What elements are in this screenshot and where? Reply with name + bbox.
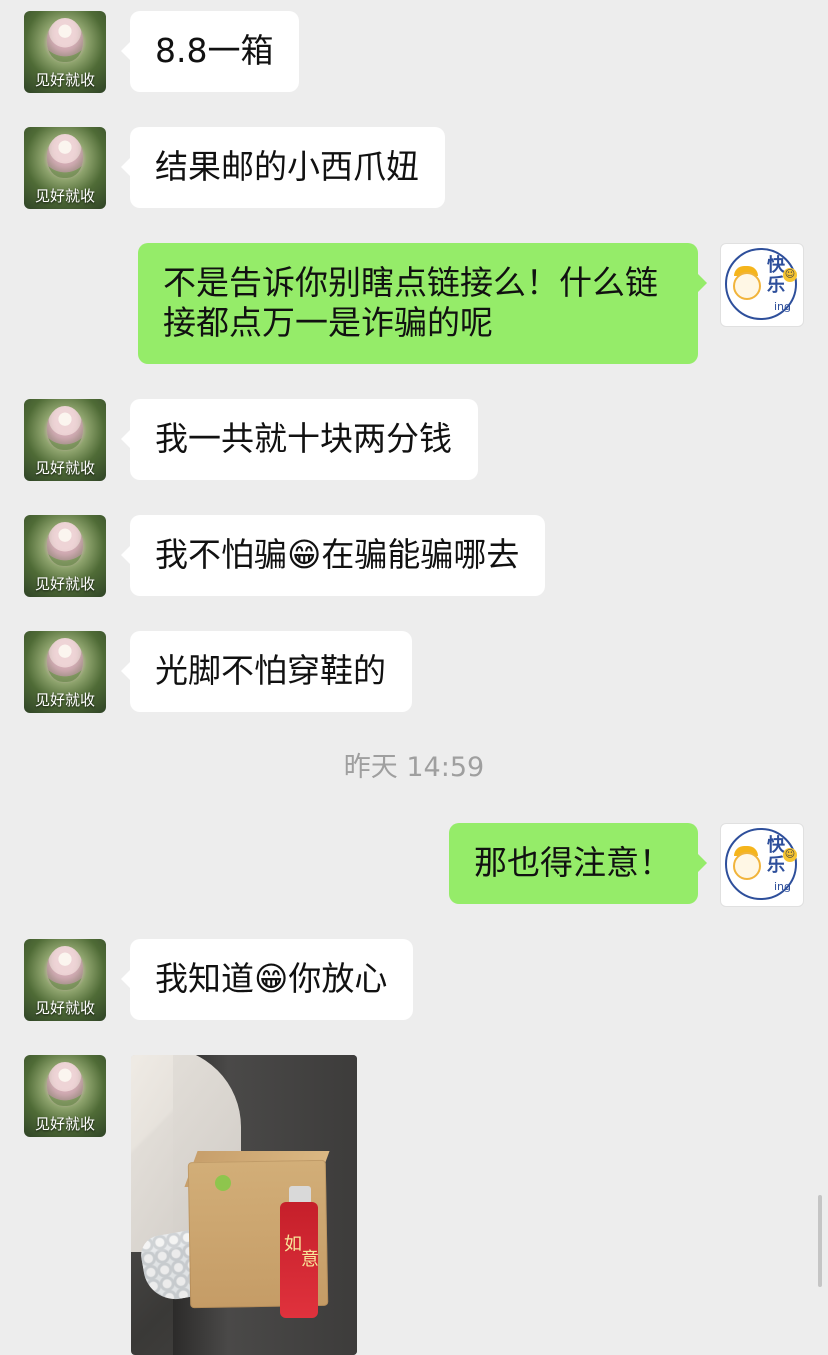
message-bubble[interactable]: 结果邮的小西爪妞 [121,127,445,208]
contact-avatar[interactable]: 见好就收 [24,399,106,481]
message-row: 那也得注意！ 快乐 ☺ ing [0,823,828,907]
message-row: 见好就收 我一共就十块两分钱 [0,399,828,481]
lotus-avatar-icon [47,134,83,178]
self-avatar[interactable]: 快乐 ☺ ing [720,823,804,907]
self-avatar[interactable]: 快乐 ☺ ing [720,243,804,327]
smile-icon: ☺ [783,848,797,862]
message-row: 见好就收 光脚不怕穿鞋的 [0,631,828,713]
lotus-avatar-icon [47,522,83,566]
message-row: 见好就收 结果邮的小西爪妞 [0,127,828,209]
contact-avatar[interactable]: 见好就收 [24,11,106,93]
message-bubble[interactable]: 我一共就十块两分钱 [121,399,478,480]
avatar-caption: 见好就收 [34,459,95,477]
contact-avatar[interactable]: 见好就收 [24,631,106,713]
lotus-avatar-icon [47,946,83,990]
photo-label-2: 意 [301,1249,319,1270]
message-row: 见好就收 我知道😁你放心 [0,939,828,1021]
avatar-caption: 见好就收 [34,187,95,205]
photo-label-1: 如 [284,1234,302,1255]
contact-avatar[interactable]: 见好就收 [24,515,106,597]
message-bubble[interactable]: 光脚不怕穿鞋的 [121,631,412,712]
duck-face-icon [733,852,761,880]
image-message-row: 见好就收 [0,1055,828,1137]
avatar-small-text: ing [774,300,792,313]
contact-avatar[interactable]: 见好就收 [24,939,106,1021]
timestamp: 昨天 14:59 [343,752,485,783]
message-row: 见好就收 我不怕骗😁在骗能骗哪去 [0,515,828,597]
message-bubble[interactable]: 我知道😁你放心 [120,939,414,1020]
avatar-caption: 见好就收 [34,1115,95,1133]
message-row: 不是告诉你别瞎点链接么！什么链 接都点万一是诈骗的呢 快乐 ☺ ing [0,243,828,365]
lotus-avatar-icon [47,406,83,450]
message-bubble[interactable]: 8.8一箱 [120,11,300,92]
message-bubble[interactable]: 我不怕骗😁在骗能骗哪去 [120,515,546,596]
duck-face-icon [733,272,761,300]
avatar-caption: 见好就收 [34,691,95,709]
photo-fruit [215,1175,231,1191]
lotus-avatar-icon [47,18,83,62]
lotus-avatar-icon [47,1062,83,1106]
message-bubble[interactable]: 那也得注意！ [449,823,707,904]
contact-avatar[interactable]: 见好就收 [24,1055,106,1137]
smile-icon: ☺ [783,268,797,282]
avatar-caption: 见好就收 [34,999,95,1017]
image-message[interactable]: 如 意 [131,1055,357,1355]
lotus-avatar-icon [47,638,83,682]
avatar-caption: 见好就收 [34,575,95,593]
avatar-caption: 见好就收 [34,71,95,89]
scrollbar[interactable] [818,1195,822,1287]
message-bubble[interactable]: 不是告诉你别瞎点链接么！什么链 接都点万一是诈骗的呢 [138,243,707,364]
contact-avatar[interactable]: 见好就收 [24,127,106,209]
avatar-small-text: ing [774,880,792,893]
message-row: 见好就收 8.8一箱 [0,11,828,93]
chat-screen: 见好就收 8.8一箱 见好就收 结果邮的小西爪妞 不是告诉你别瞎点链接么！什么链… [0,0,828,1355]
